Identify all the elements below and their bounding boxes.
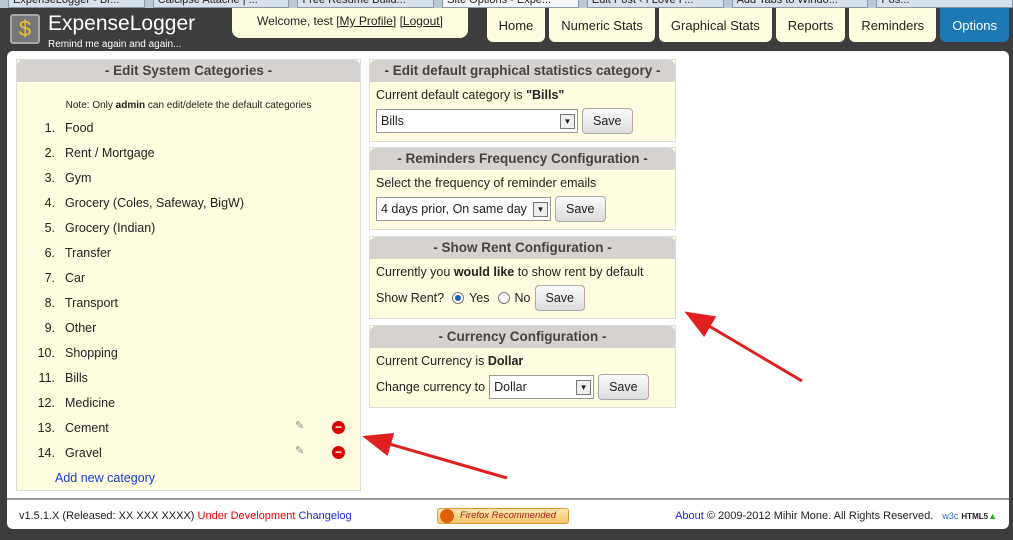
nav-home[interactable]: Home	[486, 8, 546, 42]
version-text: v1.5.1.X (Released: XX XXX XXXX)	[19, 510, 195, 522]
browser-tab[interactable]: Add Tabs to Windo...	[731, 0, 869, 8]
nav-options[interactable]: Options	[940, 8, 1009, 42]
html5-badge[interactable]: HTML5	[961, 512, 988, 521]
browser-tab[interactable]: Edit Post ‹ I Love F...	[586, 0, 724, 8]
browser-tab[interactable]: Site Options - Expe...	[442, 0, 579, 8]
browser-tab[interactable]: ExpenseLogger - Br...	[8, 0, 145, 8]
browser-tabbar: ExpenseLogger - Br... Calcipse Attache | …	[0, 0, 1013, 8]
changelog-link[interactable]: Changelog	[298, 510, 351, 522]
app-title: ExpenseLogger	[48, 12, 196, 35]
app-tagline: Remind me again and again...	[48, 39, 182, 50]
firefox-badge[interactable]: Firefox Recommended	[437, 508, 569, 524]
annotation-arrows	[362, 311, 803, 480]
main-content: - Edit System Categories - Note: Only ad…	[7, 51, 1009, 529]
nav-reminders[interactable]: Reminders	[849, 8, 937, 42]
welcome-box: Welcome, test [My Profile] [Logout]	[232, 8, 468, 38]
logout-link[interactable]: [Logout]	[400, 14, 443, 28]
my-profile-link[interactable]: [My Profile]	[336, 14, 396, 28]
nav-numeric-stats[interactable]: Numeric Stats	[549, 8, 655, 42]
w3c-badge[interactable]: w3c	[942, 511, 958, 521]
copyright: © 2009-2012 Mihir Mone. All Rights Reser…	[706, 510, 934, 522]
about-link[interactable]: About	[675, 510, 704, 522]
nav-reports[interactable]: Reports	[775, 8, 846, 42]
footer: v1.5.1.X (Released: XX XXX XXXX) Under D…	[7, 498, 1009, 529]
arrow	[684, 311, 803, 383]
html5-logo-icon: ▲	[988, 511, 997, 521]
main-nav: Home Numeric Stats Graphical Stats Repor…	[483, 8, 1009, 42]
nav-graphical-stats[interactable]: Graphical Stats	[658, 8, 772, 42]
browser-tab[interactable]: Calcipse Attache | ...	[152, 0, 290, 8]
dev-status: Under Development	[197, 510, 296, 522]
arrow	[362, 432, 508, 480]
welcome-text: Welcome, test	[257, 14, 333, 28]
browser-tab[interactable]: Free Resume Build...	[297, 0, 435, 8]
app-logo-icon: $	[10, 14, 40, 44]
browser-tab[interactable]: Pos...	[876, 0, 1013, 8]
